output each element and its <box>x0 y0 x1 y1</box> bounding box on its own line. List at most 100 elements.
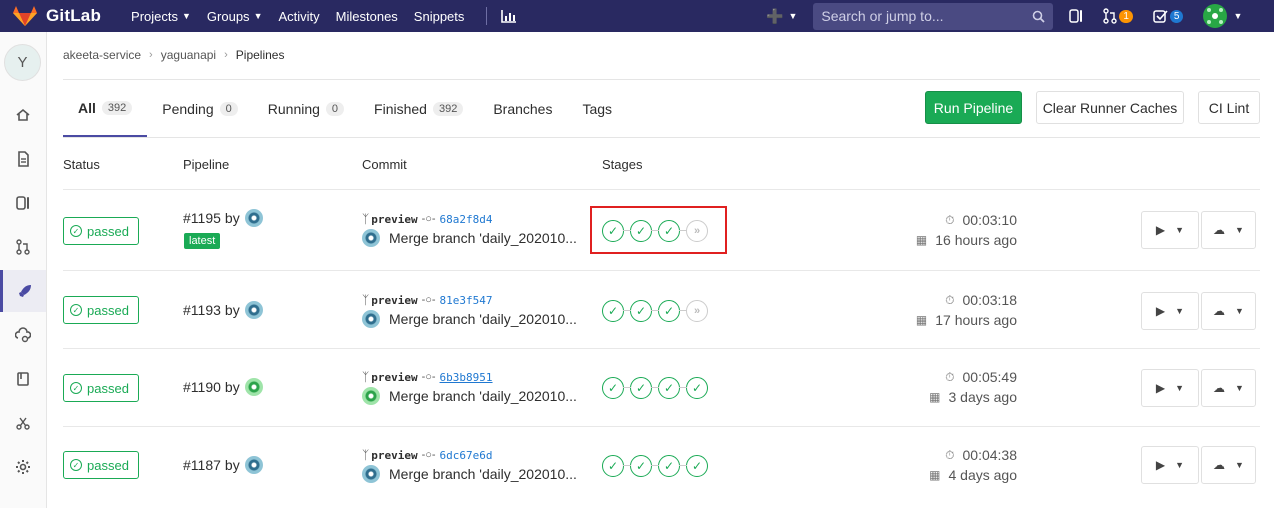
breadcrumb-current[interactable]: Pipelines <box>236 48 285 62</box>
play-dropdown-button[interactable]: ▶ ▼ <box>1141 211 1199 249</box>
status-badge[interactable]: ✓ passed <box>63 451 139 479</box>
tab-pending[interactable]: Pending 0 <box>147 80 253 137</box>
nav-activity[interactable]: Activity <box>270 0 327 32</box>
stage-success-icon[interactable]: ✓ <box>651 455 680 477</box>
pipeline-number[interactable]: #1187 <box>183 457 221 473</box>
avatar[interactable] <box>362 229 380 247</box>
nav-groups[interactable]: Groups ▼ <box>199 0 271 32</box>
tab-branches[interactable]: Branches <box>478 80 567 137</box>
avatar[interactable] <box>244 301 263 319</box>
chevron-down-icon: ▼ <box>253 11 263 21</box>
check-circle-icon: ✓ <box>70 459 82 471</box>
search-input[interactable]: Search or jump to... <box>813 2 1054 30</box>
play-dropdown-button[interactable]: ▶ ▼ <box>1141 446 1199 484</box>
sidebar-item-ci-cd[interactable] <box>0 270 46 312</box>
branch-ref[interactable]: preview <box>371 449 417 462</box>
tab-all[interactable]: All 392 <box>63 80 148 137</box>
commit-sha[interactable]: 6b3b8951 <box>440 371 493 384</box>
avatar[interactable] <box>244 209 263 227</box>
pipeline-number[interactable]: #1193 <box>183 302 221 318</box>
stage-success-icon[interactable]: ✓ <box>602 455 624 477</box>
todos-nav-button[interactable]: 5 <box>1153 9 1184 23</box>
stage-success-icon[interactable]: ✓ <box>651 300 680 322</box>
avatar[interactable] <box>362 465 380 483</box>
issues-nav-button[interactable] <box>1069 9 1083 23</box>
stage-success-icon[interactable]: ✓ <box>602 377 624 399</box>
tab-count: 392 <box>101 100 133 115</box>
pipeline-number[interactable]: #1190 <box>183 379 221 395</box>
commit-sha[interactable]: 81e3f547 <box>440 294 493 307</box>
branch-ref[interactable]: preview <box>371 213 417 226</box>
nav-snippets[interactable]: Snippets <box>406 0 473 32</box>
stage-success-icon[interactable]: ✓ <box>679 455 708 477</box>
artifacts-download-button[interactable]: ☁ ▼ <box>1201 211 1256 249</box>
commit-sha[interactable]: 6dc67e6d <box>440 449 493 462</box>
commit-message[interactable]: Merge branch 'daily_202010... <box>389 388 577 404</box>
gitlab-brand[interactable]: GitLab <box>12 0 101 32</box>
play-dropdown-button[interactable]: ▶ ▼ <box>1141 369 1199 407</box>
download-cloud-icon: ☁ <box>1213 381 1226 395</box>
sidebar-item-repository[interactable] <box>0 138 46 180</box>
stage-success-icon[interactable]: ✓ <box>602 300 624 322</box>
nav-right: ➕ ▼ Search or jump to... 1 5 ▼ <box>766 0 1262 32</box>
stage-success-icon[interactable]: ✓ <box>623 377 652 399</box>
breadcrumb-project[interactable]: yaguanapi <box>161 48 216 62</box>
sidebar-item-settings[interactable] <box>0 446 46 488</box>
tab-finished[interactable]: Finished 392 <box>359 80 478 137</box>
user-menu-button[interactable]: ▼ <box>1203 4 1242 28</box>
avatar[interactable] <box>362 387 380 405</box>
pipeline-number[interactable]: #1195 <box>183 210 221 226</box>
avatar-pattern-icon <box>1207 8 1224 24</box>
new-dropdown-button[interactable]: ➕ ▼ <box>766 8 797 25</box>
artifacts-download-button[interactable]: ☁ ▼ <box>1201 446 1256 484</box>
avatar[interactable] <box>362 310 380 328</box>
play-icon: ▶ <box>1155 381 1166 395</box>
commit-message[interactable]: Merge branch 'daily_202010... <box>389 466 577 482</box>
breadcrumb-group[interactable]: akeeta-service <box>63 48 141 62</box>
sidebar-item-snippets[interactable] <box>0 402 46 444</box>
status-badge[interactable]: ✓ passed <box>63 217 139 245</box>
status-badge[interactable]: ✓ passed <box>63 296 139 324</box>
stage-skipped-icon[interactable]: » <box>679 300 708 322</box>
duration: 00:05:49 <box>962 369 1018 385</box>
artifacts-download-button[interactable]: ☁ ▼ <box>1201 292 1256 330</box>
nav-milestones[interactable]: Milestones <box>328 0 406 32</box>
avatar[interactable] <box>244 378 263 396</box>
nav-projects[interactable]: Projects ▼ <box>123 0 199 32</box>
sidebar-item-wiki[interactable] <box>0 358 46 400</box>
ci-lint-button[interactable]: CI Lint <box>1198 91 1260 124</box>
chart-icon[interactable] <box>501 9 517 23</box>
tab-running[interactable]: Running 0 <box>253 80 359 137</box>
chevron-right-icon: › <box>149 49 153 61</box>
tab-count: 0 <box>325 101 345 116</box>
merge-requests-icon <box>16 239 30 255</box>
clear-runner-caches-button[interactable]: Clear Runner Caches <box>1036 91 1184 124</box>
avatar[interactable] <box>244 456 263 474</box>
commit-message[interactable]: Merge branch 'daily_202010... <box>389 311 577 327</box>
stage-success-icon[interactable]: ✓ <box>679 377 708 399</box>
sidebar-item-merge-requests[interactable] <box>0 226 46 268</box>
artifacts-download-button[interactable]: ☁ ▼ <box>1201 369 1256 407</box>
project-avatar[interactable]: Y <box>4 44 41 81</box>
sidebar-item-project[interactable] <box>0 94 46 136</box>
status-badge[interactable]: ✓ passed <box>63 374 139 402</box>
run-pipeline-button[interactable]: Run Pipeline <box>925 91 1022 124</box>
branch-ref[interactable]: preview <box>371 294 417 307</box>
tab-tags[interactable]: Tags <box>567 80 627 137</box>
branch-ref[interactable]: preview <box>371 371 417 384</box>
sidebar-item-operations[interactable] <box>0 314 46 356</box>
project-sidebar: Y <box>0 32 47 508</box>
play-dropdown-button[interactable]: ▶ ▼ <box>1141 292 1199 330</box>
stage-success-icon[interactable]: ✓ <box>651 377 680 399</box>
column-header-status: Status <box>63 157 100 172</box>
sidebar-item-issues[interactable] <box>0 182 46 224</box>
merge-requests-nav-button[interactable]: 1 <box>1103 8 1133 24</box>
stage-success-icon[interactable]: ✓ <box>623 300 652 322</box>
book-icon <box>17 372 29 386</box>
pipeline-tabs: All 392 Pending 0 Running 0 Finished 392 Bra… <box>63 80 627 137</box>
check-circle-icon: ✓ <box>70 225 82 237</box>
commit-sha[interactable]: 68a2f8d4 <box>440 213 493 226</box>
commit-message[interactable]: Merge branch 'daily_202010... <box>389 230 577 246</box>
commit-icon: -○- <box>421 449 436 461</box>
stage-success-icon[interactable]: ✓ <box>623 455 652 477</box>
